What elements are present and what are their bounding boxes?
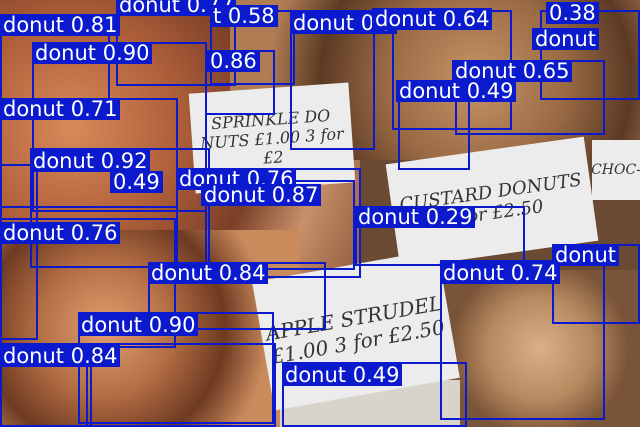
label-donut-8: donut 0.90 <box>32 42 153 64</box>
label-donut-19: donut <box>552 244 620 266</box>
label-donut-7: donut <box>532 28 600 50</box>
label-donut-22: donut 0.90 <box>78 314 199 336</box>
label-donut-12: donut 0.71 <box>0 98 121 120</box>
label-donut-13: donut 0.92 <box>30 150 151 172</box>
label-donut-14: 0.49 <box>110 171 163 193</box>
label-donut-24: donut 0.49 <box>282 364 403 386</box>
label-donut-9: 0.86 <box>207 50 260 72</box>
label-donut-4: donut 0.64 <box>372 8 493 30</box>
label-donut-2: t 0.58 <box>210 5 278 27</box>
label-donut-11: donut 0.49 <box>396 80 517 102</box>
sign-choc: CHOC- <box>591 140 640 200</box>
label-donut-18: donut 0.76 <box>0 222 121 244</box>
label-donut-17: donut 0.29 <box>355 206 476 228</box>
label-donut-23: donut 0.84 <box>0 345 121 367</box>
label-donut-5: 0.38 <box>546 2 599 24</box>
detection-image: SPRINKLE DO NUTS £1.00 3 for £2 CUSTARD … <box>0 0 640 427</box>
label-donut-21: donut 0.74 <box>440 262 561 284</box>
label-donut-16: donut 0.87 <box>201 184 322 206</box>
label-donut-20: donut 0.84 <box>148 262 269 284</box>
label-donut-6: donut 0.81 <box>0 14 121 36</box>
